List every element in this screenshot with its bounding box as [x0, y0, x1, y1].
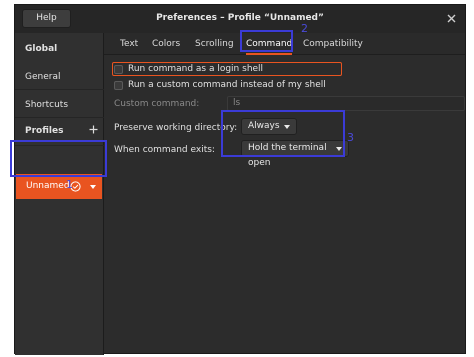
custom-command-label: Custom command:	[114, 99, 200, 109]
preserve-directory-label: Preserve working directory:	[114, 123, 238, 133]
annotation-box-3	[221, 110, 345, 157]
checkbox-box[interactable]	[114, 65, 123, 74]
profile-settings-panel: Text Colors Scrolling Command Compatibil…	[104, 33, 465, 353]
profile-name: Unnamed	[26, 181, 70, 191]
tab-compatibility[interactable]: Compatibility	[303, 33, 363, 55]
sidebar: Global General Shortcuts Profiles Unname…	[15, 33, 104, 355]
add-profile-icon[interactable]	[89, 125, 98, 134]
checkbox-box[interactable]	[114, 81, 123, 90]
tab-colors[interactable]: Colors	[152, 33, 180, 55]
annotation-number-1: 1	[66, 178, 73, 191]
custom-command-toggle-label: Run a custom command instead of my shell	[128, 80, 326, 90]
title-bar: Help Preferences – Profile “Unnamed”	[15, 5, 465, 33]
profile-menu-chevron-down-icon[interactable]	[90, 185, 96, 189]
sidebar-item-profile-unnamed[interactable]: Unnamed	[16, 174, 102, 199]
close-icon[interactable]	[445, 12, 458, 25]
preferences-window: Help Preferences – Profile “Unnamed” Glo…	[14, 4, 466, 355]
login-shell-label: Run command as a login shell	[128, 64, 264, 74]
tab-text[interactable]: Text	[120, 33, 138, 55]
annotation-box-1	[10, 140, 107, 177]
custom-command-input[interactable]: ls	[227, 96, 465, 111]
sidebar-divider	[15, 89, 104, 90]
tab-scrolling[interactable]: Scrolling	[195, 33, 234, 55]
annotation-number-3: 3	[347, 131, 354, 144]
window-title: Preferences – Profile “Unnamed”	[156, 13, 324, 23]
sidebar-heading-global: Global	[25, 44, 58, 54]
sidebar-item-general[interactable]: General	[15, 63, 104, 91]
sidebar-item-shortcuts[interactable]: Shortcuts	[15, 91, 104, 119]
annotation-number-2: 2	[301, 22, 308, 35]
command-exit-label: When command exits:	[114, 145, 215, 155]
annotation-box-2	[240, 30, 293, 52]
